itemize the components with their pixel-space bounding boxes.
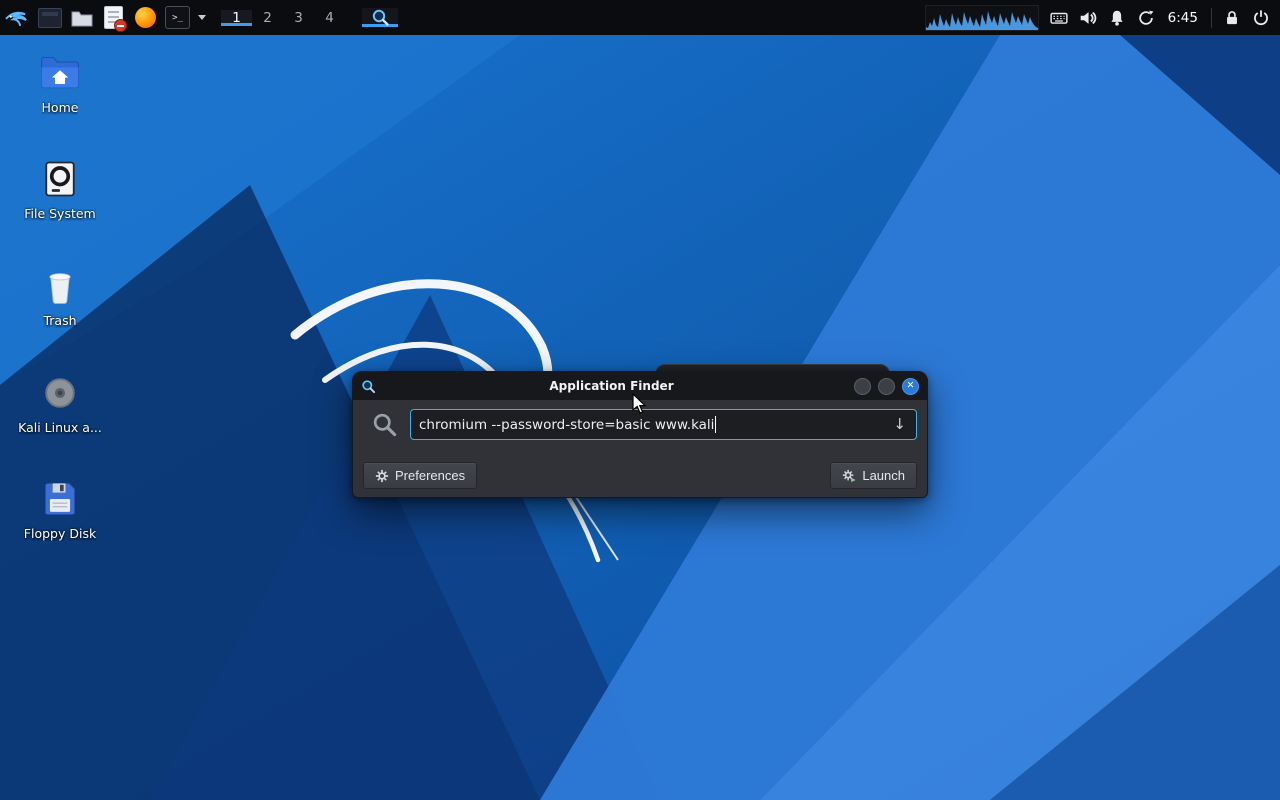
modified-badge-icon bbox=[114, 19, 127, 32]
disc-icon bbox=[38, 371, 82, 415]
titlebar[interactable]: Application Finder ✕ bbox=[353, 372, 927, 400]
close-button[interactable]: ✕ bbox=[902, 378, 919, 395]
window-thumbnail-icon bbox=[38, 8, 62, 28]
desktop-icon-label: File System bbox=[24, 207, 96, 221]
search-icon bbox=[371, 411, 398, 438]
desktop-icon-label: Floppy Disk bbox=[24, 527, 96, 541]
preferences-button[interactable]: Preferences bbox=[363, 462, 477, 489]
application-finder-window: Application Finder ✕ chromium --password… bbox=[352, 371, 928, 498]
terminal-icon: >_ bbox=[165, 6, 190, 29]
gear-icon bbox=[375, 469, 389, 483]
desktop-icon-label: Trash bbox=[43, 314, 76, 328]
desktop-icon-kali-docs[interactable]: Kali Linux a... bbox=[10, 369, 110, 437]
command-input-value: chromium --password-store=basic www.kali bbox=[419, 417, 714, 433]
text-caret bbox=[715, 416, 716, 433]
run-gear-icon bbox=[842, 469, 856, 483]
window-title: Application Finder bbox=[376, 379, 847, 393]
chevron-down-icon[interactable] bbox=[198, 15, 206, 20]
clock[interactable]: 6:45 bbox=[1166, 10, 1200, 26]
notifications-bell-icon[interactable] bbox=[1108, 9, 1126, 27]
firefox-icon bbox=[135, 7, 156, 28]
kali-menu-button[interactable] bbox=[4, 4, 31, 31]
launch-button[interactable]: Launch bbox=[830, 462, 917, 489]
trash-icon bbox=[38, 264, 82, 308]
volume-icon[interactable] bbox=[1079, 9, 1097, 27]
panel-right: 6:45 bbox=[925, 0, 1280, 35]
workspace-4[interactable]: 4 bbox=[314, 10, 345, 26]
launch-label: Launch bbox=[862, 468, 905, 483]
taskbar-firefox[interactable] bbox=[132, 4, 159, 31]
close-icon: ✕ bbox=[907, 381, 915, 391]
workspace-2[interactable]: 2 bbox=[252, 10, 283, 26]
taskbar-window-2[interactable] bbox=[68, 4, 95, 31]
taskbar-terminal[interactable]: >_ bbox=[164, 4, 191, 31]
history-dropdown-arrow-icon[interactable]: ↓ bbox=[891, 417, 908, 432]
folder-icon bbox=[71, 9, 93, 27]
kali-logo-icon bbox=[4, 2, 31, 33]
magnifier-icon bbox=[371, 8, 390, 27]
cpu-graph[interactable] bbox=[925, 5, 1039, 31]
button-row: Preferences Launch bbox=[363, 462, 917, 489]
workspace-3[interactable]: 3 bbox=[283, 10, 314, 26]
maximize-button[interactable] bbox=[878, 378, 895, 395]
taskbar-app-finder-active[interactable] bbox=[362, 8, 398, 27]
floppy-icon bbox=[38, 477, 82, 521]
workspace-switcher: 1 2 3 4 bbox=[221, 10, 345, 26]
desktop-icon-trash[interactable]: Trash bbox=[10, 262, 110, 330]
taskbar-text-editor[interactable] bbox=[100, 4, 127, 31]
command-input[interactable]: chromium --password-store=basic www.kali… bbox=[410, 409, 917, 440]
desktop-icon-home[interactable]: Home bbox=[10, 49, 110, 117]
drive-icon bbox=[38, 157, 82, 201]
update-notifier-icon[interactable] bbox=[1137, 9, 1155, 27]
document-icon bbox=[104, 6, 123, 29]
desktop-icon-label: Kali Linux a... bbox=[18, 421, 102, 435]
desktop: Home File System Trash Kali Linux a... bbox=[0, 35, 1280, 800]
top-panel: >_ 1 2 3 4 bbox=[0, 0, 1280, 35]
panel-left: >_ 1 2 3 4 bbox=[0, 0, 398, 35]
desktop-icon-label: Home bbox=[42, 101, 79, 115]
lock-screen-icon[interactable] bbox=[1223, 9, 1241, 27]
app-finder-window-icon bbox=[361, 379, 376, 394]
preferences-label: Preferences bbox=[395, 468, 465, 483]
dialog-body: chromium --password-store=basic www.kali… bbox=[353, 400, 927, 499]
search-row: chromium --password-store=basic www.kali… bbox=[363, 409, 917, 440]
session-power-icon[interactable] bbox=[1252, 9, 1270, 27]
home-folder-icon bbox=[38, 51, 82, 95]
keyboard-icon[interactable] bbox=[1050, 9, 1068, 27]
panel-separator bbox=[1211, 8, 1212, 28]
desktop-icon-file-system[interactable]: File System bbox=[10, 155, 110, 223]
taskbar-window-1[interactable] bbox=[36, 4, 63, 31]
workspace-1[interactable]: 1 bbox=[221, 10, 252, 26]
minimize-button[interactable] bbox=[854, 378, 871, 395]
desktop-icon-floppy[interactable]: Floppy Disk bbox=[10, 475, 110, 543]
